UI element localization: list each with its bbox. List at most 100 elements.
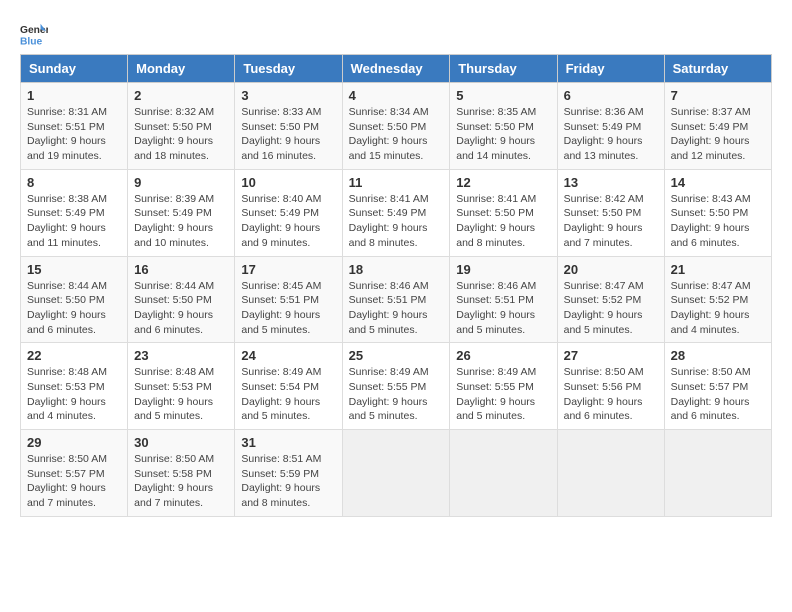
day-number: 15 [27,262,121,277]
day-number: 14 [671,175,765,190]
day-number: 26 [456,348,550,363]
calendar-cell: 6 Sunrise: 8:36 AMSunset: 5:49 PMDayligh… [557,83,664,170]
day-info: Sunrise: 8:46 AMSunset: 5:51 PMDaylight:… [456,280,536,336]
day-info: Sunrise: 8:33 AMSunset: 5:50 PMDaylight:… [241,106,321,162]
calendar-cell: 22 Sunrise: 8:48 AMSunset: 5:53 PMDaylig… [21,343,128,430]
calendar-cell: 1 Sunrise: 8:31 AMSunset: 5:51 PMDayligh… [21,83,128,170]
calendar-cell: 17 Sunrise: 8:45 AMSunset: 5:51 PMDaylig… [235,256,342,343]
calendar-week-4: 22 Sunrise: 8:48 AMSunset: 5:53 PMDaylig… [21,343,772,430]
header: General Blue [20,20,772,48]
calendar-cell: 19 Sunrise: 8:46 AMSunset: 5:51 PMDaylig… [450,256,557,343]
day-number: 7 [671,88,765,103]
calendar-header-row: SundayMondayTuesdayWednesdayThursdayFrid… [21,55,772,83]
calendar-week-5: 29 Sunrise: 8:50 AMSunset: 5:57 PMDaylig… [21,430,772,517]
calendar-cell: 24 Sunrise: 8:49 AMSunset: 5:54 PMDaylig… [235,343,342,430]
calendar-cell: 5 Sunrise: 8:35 AMSunset: 5:50 PMDayligh… [450,83,557,170]
calendar-cell: 2 Sunrise: 8:32 AMSunset: 5:50 PMDayligh… [128,83,235,170]
logo: General Blue [20,20,48,48]
calendar-cell: 30 Sunrise: 8:50 AMSunset: 5:58 PMDaylig… [128,430,235,517]
day-info: Sunrise: 8:38 AMSunset: 5:49 PMDaylight:… [27,193,107,249]
calendar-cell: 11 Sunrise: 8:41 AMSunset: 5:49 PMDaylig… [342,169,450,256]
calendar-cell: 28 Sunrise: 8:50 AMSunset: 5:57 PMDaylig… [664,343,771,430]
calendar-cell: 7 Sunrise: 8:37 AMSunset: 5:49 PMDayligh… [664,83,771,170]
day-info: Sunrise: 8:48 AMSunset: 5:53 PMDaylight:… [134,366,214,422]
weekday-header-thursday: Thursday [450,55,557,83]
day-info: Sunrise: 8:49 AMSunset: 5:55 PMDaylight:… [349,366,429,422]
day-info: Sunrise: 8:41 AMSunset: 5:49 PMDaylight:… [349,193,429,249]
svg-text:General: General [20,25,48,36]
day-number: 28 [671,348,765,363]
weekday-header-friday: Friday [557,55,664,83]
calendar-cell [557,430,664,517]
calendar-table: SundayMondayTuesdayWednesdayThursdayFrid… [20,54,772,517]
day-info: Sunrise: 8:45 AMSunset: 5:51 PMDaylight:… [241,280,321,336]
day-number: 16 [134,262,228,277]
day-number: 2 [134,88,228,103]
day-info: Sunrise: 8:50 AMSunset: 5:58 PMDaylight:… [134,453,214,509]
day-number: 17 [241,262,335,277]
day-info: Sunrise: 8:43 AMSunset: 5:50 PMDaylight:… [671,193,751,249]
day-number: 27 [564,348,658,363]
calendar-week-3: 15 Sunrise: 8:44 AMSunset: 5:50 PMDaylig… [21,256,772,343]
day-info: Sunrise: 8:37 AMSunset: 5:49 PMDaylight:… [671,106,751,162]
calendar-cell: 10 Sunrise: 8:40 AMSunset: 5:49 PMDaylig… [235,169,342,256]
day-number: 19 [456,262,550,277]
calendar-cell: 21 Sunrise: 8:47 AMSunset: 5:52 PMDaylig… [664,256,771,343]
day-info: Sunrise: 8:51 AMSunset: 5:59 PMDaylight:… [241,453,321,509]
day-number: 22 [27,348,121,363]
day-info: Sunrise: 8:39 AMSunset: 5:49 PMDaylight:… [134,193,214,249]
calendar-cell: 29 Sunrise: 8:50 AMSunset: 5:57 PMDaylig… [21,430,128,517]
weekday-header-tuesday: Tuesday [235,55,342,83]
day-info: Sunrise: 8:46 AMSunset: 5:51 PMDaylight:… [349,280,429,336]
day-info: Sunrise: 8:47 AMSunset: 5:52 PMDaylight:… [671,280,751,336]
day-number: 3 [241,88,335,103]
calendar-cell: 9 Sunrise: 8:39 AMSunset: 5:49 PMDayligh… [128,169,235,256]
day-info: Sunrise: 8:32 AMSunset: 5:50 PMDaylight:… [134,106,214,162]
calendar-cell [342,430,450,517]
day-number: 10 [241,175,335,190]
calendar-cell: 8 Sunrise: 8:38 AMSunset: 5:49 PMDayligh… [21,169,128,256]
day-number: 20 [564,262,658,277]
day-info: Sunrise: 8:44 AMSunset: 5:50 PMDaylight:… [27,280,107,336]
day-number: 13 [564,175,658,190]
calendar-cell: 26 Sunrise: 8:49 AMSunset: 5:55 PMDaylig… [450,343,557,430]
day-info: Sunrise: 8:49 AMSunset: 5:54 PMDaylight:… [241,366,321,422]
calendar-cell: 23 Sunrise: 8:48 AMSunset: 5:53 PMDaylig… [128,343,235,430]
day-info: Sunrise: 8:50 AMSunset: 5:57 PMDaylight:… [671,366,751,422]
day-info: Sunrise: 8:50 AMSunset: 5:56 PMDaylight:… [564,366,644,422]
calendar-cell: 16 Sunrise: 8:44 AMSunset: 5:50 PMDaylig… [128,256,235,343]
weekday-header-monday: Monday [128,55,235,83]
day-number: 12 [456,175,550,190]
day-number: 8 [27,175,121,190]
calendar-cell: 20 Sunrise: 8:47 AMSunset: 5:52 PMDaylig… [557,256,664,343]
calendar-cell [450,430,557,517]
day-number: 23 [134,348,228,363]
calendar-week-2: 8 Sunrise: 8:38 AMSunset: 5:49 PMDayligh… [21,169,772,256]
calendar-week-1: 1 Sunrise: 8:31 AMSunset: 5:51 PMDayligh… [21,83,772,170]
calendar-cell: 27 Sunrise: 8:50 AMSunset: 5:56 PMDaylig… [557,343,664,430]
day-number: 31 [241,435,335,450]
day-info: Sunrise: 8:35 AMSunset: 5:50 PMDaylight:… [456,106,536,162]
day-number: 1 [27,88,121,103]
day-info: Sunrise: 8:50 AMSunset: 5:57 PMDaylight:… [27,453,107,509]
calendar-cell: 18 Sunrise: 8:46 AMSunset: 5:51 PMDaylig… [342,256,450,343]
calendar-cell: 31 Sunrise: 8:51 AMSunset: 5:59 PMDaylig… [235,430,342,517]
day-info: Sunrise: 8:49 AMSunset: 5:55 PMDaylight:… [456,366,536,422]
day-info: Sunrise: 8:48 AMSunset: 5:53 PMDaylight:… [27,366,107,422]
calendar-cell: 14 Sunrise: 8:43 AMSunset: 5:50 PMDaylig… [664,169,771,256]
calendar-cell: 12 Sunrise: 8:41 AMSunset: 5:50 PMDaylig… [450,169,557,256]
calendar-cell: 15 Sunrise: 8:44 AMSunset: 5:50 PMDaylig… [21,256,128,343]
calendar-cell: 13 Sunrise: 8:42 AMSunset: 5:50 PMDaylig… [557,169,664,256]
day-info: Sunrise: 8:41 AMSunset: 5:50 PMDaylight:… [456,193,536,249]
calendar-cell: 3 Sunrise: 8:33 AMSunset: 5:50 PMDayligh… [235,83,342,170]
calendar-cell [664,430,771,517]
day-number: 25 [349,348,444,363]
calendar-cell: 4 Sunrise: 8:34 AMSunset: 5:50 PMDayligh… [342,83,450,170]
weekday-header-wednesday: Wednesday [342,55,450,83]
weekday-header-sunday: Sunday [21,55,128,83]
day-number: 4 [349,88,444,103]
day-number: 5 [456,88,550,103]
day-info: Sunrise: 8:47 AMSunset: 5:52 PMDaylight:… [564,280,644,336]
day-number: 6 [564,88,658,103]
day-number: 21 [671,262,765,277]
